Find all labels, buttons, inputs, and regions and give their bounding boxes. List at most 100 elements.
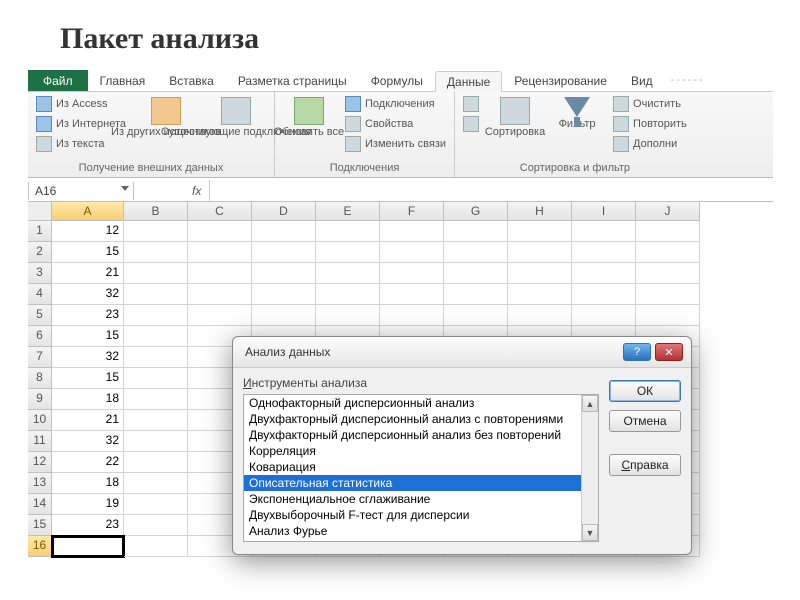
dialog-close-button[interactable]: ✕ xyxy=(655,343,683,361)
list-item[interactable]: Ковариация xyxy=(244,459,581,475)
refresh-all-button[interactable]: Обновить все xyxy=(281,95,337,139)
row-header[interactable]: 3 xyxy=(28,263,52,284)
cell[interactable] xyxy=(444,305,508,326)
cell[interactable]: 32 xyxy=(52,431,124,452)
cell[interactable] xyxy=(316,305,380,326)
reapply-button[interactable]: Повторить xyxy=(611,115,689,133)
properties-button[interactable]: Свойства xyxy=(343,115,448,133)
sort-asc-button[interactable] xyxy=(461,95,481,113)
cell[interactable] xyxy=(188,284,252,305)
row-header[interactable]: 9 xyxy=(28,389,52,410)
list-item[interactable]: Однофакторный дисперсионный анализ xyxy=(244,395,581,411)
col-header[interactable]: E xyxy=(316,202,380,221)
existing-connections-button[interactable]: Существующие подключения xyxy=(204,95,268,139)
cell[interactable] xyxy=(252,284,316,305)
cell[interactable] xyxy=(508,284,572,305)
cell[interactable] xyxy=(636,284,700,305)
cell[interactable] xyxy=(444,242,508,263)
cell[interactable] xyxy=(444,263,508,284)
row-header[interactable]: 5 xyxy=(28,305,52,326)
cell[interactable] xyxy=(124,515,188,536)
cell[interactable] xyxy=(124,305,188,326)
cell[interactable] xyxy=(188,242,252,263)
select-all-corner[interactable] xyxy=(28,202,52,221)
cell[interactable] xyxy=(572,221,636,242)
cell[interactable] xyxy=(508,263,572,284)
cell[interactable] xyxy=(188,263,252,284)
cancel-button[interactable]: Отмена xyxy=(609,410,681,432)
cell[interactable]: 18 xyxy=(52,389,124,410)
ok-button[interactable]: ОК xyxy=(609,380,681,402)
scroll-down-button[interactable]: ▼ xyxy=(582,524,598,541)
clear-filter-button[interactable]: Очистить xyxy=(611,95,689,113)
cell[interactable] xyxy=(572,284,636,305)
cell[interactable] xyxy=(124,452,188,473)
cell[interactable]: 23 xyxy=(52,305,124,326)
from-access-button[interactable]: Из Access xyxy=(34,95,128,113)
cell[interactable] xyxy=(124,410,188,431)
row-header[interactable]: 14 xyxy=(28,494,52,515)
cell[interactable]: 21 xyxy=(52,263,124,284)
list-item[interactable]: Экспоненциальное сглаживание xyxy=(244,491,581,507)
dialog-help-button[interactable]: ? xyxy=(623,343,651,361)
cell[interactable]: 15 xyxy=(52,326,124,347)
cell[interactable] xyxy=(572,305,636,326)
tab-formulas[interactable]: Формулы xyxy=(359,70,435,91)
cell[interactable] xyxy=(124,326,188,347)
cell[interactable] xyxy=(380,221,444,242)
list-item[interactable]: Гистограмма xyxy=(244,539,581,542)
dialog-titlebar[interactable]: Анализ данных ? ✕ xyxy=(233,337,691,368)
filter-button[interactable]: Фильтр xyxy=(549,95,605,131)
cell[interactable] xyxy=(316,263,380,284)
row-header[interactable]: 8 xyxy=(28,368,52,389)
connections-button[interactable]: Подключения xyxy=(343,95,448,113)
cell[interactable] xyxy=(188,305,252,326)
tools-listbox[interactable]: Однофакторный дисперсионный анализ Двухфа… xyxy=(243,394,599,542)
cell[interactable] xyxy=(124,536,188,557)
list-item[interactable]: Описательная статистика xyxy=(244,475,581,491)
cell[interactable] xyxy=(252,263,316,284)
cell[interactable] xyxy=(508,305,572,326)
tab-view[interactable]: Вид xyxy=(619,70,665,91)
cell[interactable] xyxy=(252,305,316,326)
cell[interactable] xyxy=(124,431,188,452)
row-header[interactable]: 6 xyxy=(28,326,52,347)
cell[interactable] xyxy=(124,494,188,515)
cell[interactable] xyxy=(52,536,124,557)
row-header[interactable]: 15 xyxy=(28,515,52,536)
cell[interactable] xyxy=(444,221,508,242)
cell[interactable] xyxy=(380,284,444,305)
cell[interactable]: 12 xyxy=(52,221,124,242)
cell[interactable]: 15 xyxy=(52,242,124,263)
row-header[interactable]: 7 xyxy=(28,347,52,368)
cell[interactable] xyxy=(124,473,188,494)
cell[interactable]: 15 xyxy=(52,368,124,389)
col-header[interactable]: A xyxy=(52,202,124,221)
cell[interactable] xyxy=(316,242,380,263)
list-item[interactable]: Двухфакторный дисперсионный анализ без п… xyxy=(244,427,581,443)
col-header[interactable]: J xyxy=(636,202,700,221)
cell[interactable] xyxy=(252,221,316,242)
fx-label[interactable]: fx xyxy=(184,180,210,201)
col-header[interactable]: D xyxy=(252,202,316,221)
tab-home[interactable]: Главная xyxy=(88,70,158,91)
cell[interactable]: 19 xyxy=(52,494,124,515)
cell[interactable] xyxy=(380,242,444,263)
row-header[interactable]: 10 xyxy=(28,410,52,431)
col-header[interactable]: H xyxy=(508,202,572,221)
listbox-scrollbar[interactable]: ▲ ▼ xyxy=(581,395,598,541)
row-header[interactable]: 2 xyxy=(28,242,52,263)
cell[interactable] xyxy=(124,284,188,305)
cell[interactable] xyxy=(124,263,188,284)
formula-input[interactable] xyxy=(210,182,773,200)
row-header[interactable]: 11 xyxy=(28,431,52,452)
cell[interactable] xyxy=(124,221,188,242)
cell[interactable] xyxy=(252,242,316,263)
name-box[interactable]: A16 xyxy=(28,182,134,200)
col-header[interactable]: G xyxy=(444,202,508,221)
cell[interactable]: 23 xyxy=(52,515,124,536)
cell[interactable] xyxy=(380,263,444,284)
row-header[interactable]: 12 xyxy=(28,452,52,473)
cell[interactable]: 21 xyxy=(52,410,124,431)
row-header[interactable]: 16 xyxy=(28,536,52,557)
